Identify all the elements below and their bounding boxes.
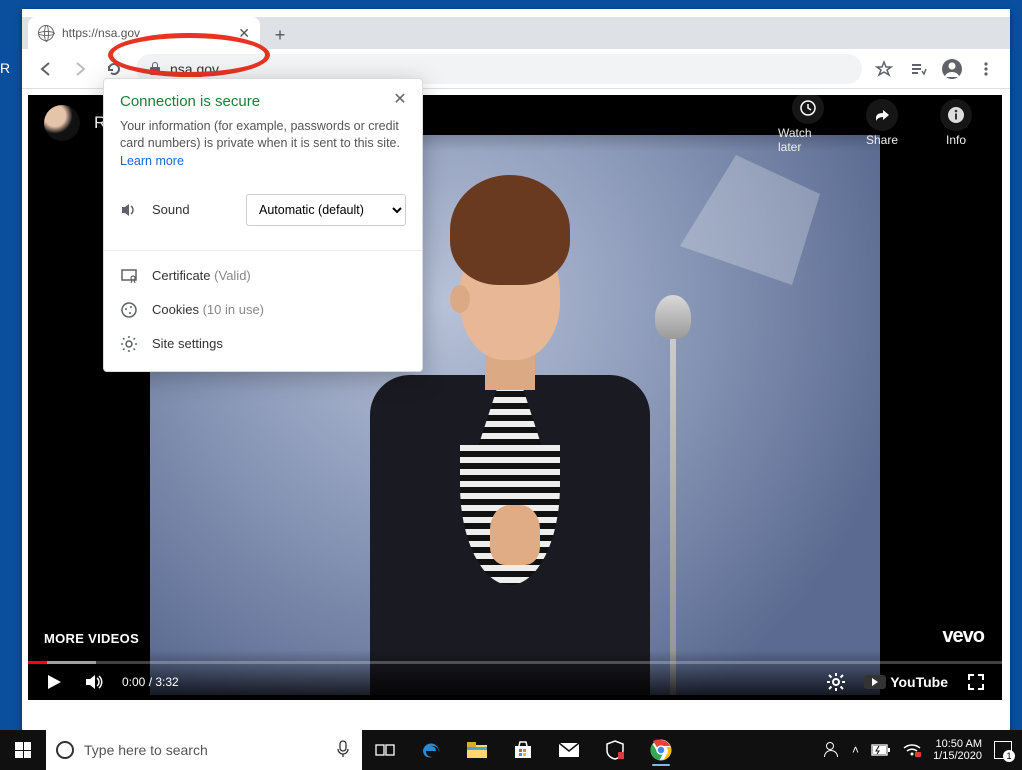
edge-button[interactable]	[408, 730, 454, 770]
time-display: 0:00 / 3:32	[122, 675, 179, 689]
site-info-popup: ✕ Connection is secure Your information …	[103, 78, 423, 372]
cookies-label: Cookies	[152, 302, 199, 317]
youtube-icon	[864, 675, 886, 689]
site-settings-label: Site settings	[152, 336, 406, 351]
taskbar: Type here to search ˄ 10:50 AM 1/15/2020	[0, 730, 1022, 770]
info-button[interactable]: Info	[926, 99, 986, 147]
tab-strip: https://nsa.gov ✕ +	[22, 17, 1010, 49]
sound-row: Sound Automatic (default)	[104, 182, 422, 244]
url-text: nsa.gov	[170, 61, 219, 77]
youtube-logo-button[interactable]: YouTube	[864, 674, 948, 690]
volume-button[interactable]	[82, 670, 106, 694]
taskbar-search[interactable]: Type here to search	[46, 730, 362, 770]
chrome-button[interactable]	[638, 730, 684, 770]
play-button[interactable]	[42, 670, 66, 694]
info-label: Info	[946, 133, 966, 147]
browser-tab[interactable]: https://nsa.gov ✕	[28, 17, 260, 49]
people-icon[interactable]	[824, 742, 840, 758]
watch-later-button[interactable]: Watch later	[778, 95, 838, 154]
store-button[interactable]	[500, 730, 546, 770]
task-view-button[interactable]	[362, 730, 408, 770]
forward-button[interactable]	[64, 53, 96, 85]
taskbar-time: 10:50 AM	[933, 738, 982, 750]
certificate-note: (Valid)	[214, 268, 251, 283]
more-videos-label[interactable]: MORE VIDEOS	[44, 631, 139, 646]
site-settings-row[interactable]: Site settings	[104, 327, 422, 371]
action-center-button[interactable]	[994, 741, 1012, 759]
cookies-row[interactable]: Cookies (10 in use)	[104, 293, 422, 327]
info-icon	[940, 99, 972, 131]
bookmark-star-button[interactable]	[868, 53, 900, 85]
cortana-icon	[56, 741, 74, 759]
share-icon	[866, 99, 898, 131]
tab-title: https://nsa.gov	[62, 26, 230, 40]
search-placeholder: Type here to search	[84, 742, 208, 758]
learn-more-link[interactable]: Learn more	[104, 152, 422, 182]
mic-icon[interactable]	[334, 740, 352, 758]
channel-avatar[interactable]	[44, 105, 80, 141]
background-letter: R	[0, 60, 10, 76]
wifi-icon[interactable]	[903, 743, 921, 757]
gear-icon	[120, 335, 138, 353]
profile-button[interactable]	[936, 53, 968, 85]
share-label: Share	[866, 133, 898, 147]
new-tab-button[interactable]: +	[266, 21, 294, 49]
certificate-row[interactable]: Certificate (Valid)	[104, 250, 422, 293]
sound-select[interactable]: Automatic (default)	[246, 194, 406, 226]
file-explorer-button[interactable]	[454, 730, 500, 770]
video-bottom-overlay: 0:00 / 3:32 YouTube	[28, 650, 1002, 700]
connection-secure-title: Connection is secure	[104, 79, 422, 114]
start-button[interactable]	[0, 730, 46, 770]
system-tray: ˄ 10:50 AM 1/15/2020	[814, 730, 1022, 770]
taskbar-date: 1/15/2020	[933, 750, 982, 762]
popup-close-button[interactable]: ✕	[390, 89, 410, 109]
cookies-note: (10 in use)	[203, 302, 264, 317]
vevo-logo: vevo	[942, 625, 984, 648]
fullscreen-button[interactable]	[964, 670, 988, 694]
sound-icon	[120, 201, 138, 219]
certificate-icon	[120, 267, 138, 285]
sound-label: Sound	[152, 202, 232, 217]
taskbar-clock[interactable]: 10:50 AM 1/15/2020	[933, 738, 982, 762]
cookies-icon	[120, 301, 138, 319]
tray-chevron-icon[interactable]: ˄	[852, 743, 859, 757]
security-button[interactable]	[592, 730, 638, 770]
lock-icon[interactable]	[148, 62, 162, 76]
mail-button[interactable]	[546, 730, 592, 770]
globe-icon	[38, 25, 54, 41]
share-button[interactable]: Share	[852, 99, 912, 147]
reading-list-button[interactable]	[902, 53, 934, 85]
menu-button[interactable]	[970, 53, 1002, 85]
connection-secure-body: Your information (for example, passwords…	[104, 114, 422, 152]
settings-button[interactable]	[824, 670, 848, 694]
battery-icon[interactable]	[871, 744, 891, 756]
back-button[interactable]	[30, 53, 62, 85]
watch-later-label: Watch later	[778, 126, 838, 154]
certificate-label: Certificate	[152, 268, 211, 283]
youtube-label: YouTube	[890, 674, 948, 690]
video-controls: 0:00 / 3:32 YouTube	[28, 664, 1002, 700]
clock-icon	[792, 95, 824, 124]
tab-close-button[interactable]: ✕	[238, 25, 250, 42]
